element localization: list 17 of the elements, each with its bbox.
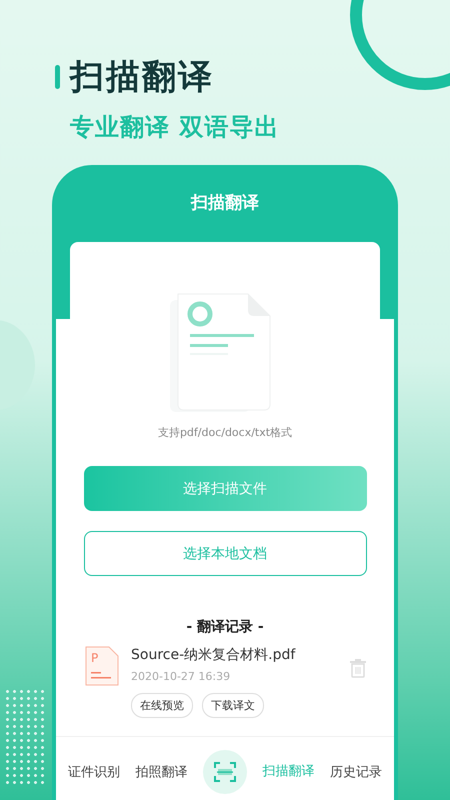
nav-tab[interactable]: 证件识别 [68,757,120,787]
format-hint: 支持pdf/doc/docx/txt格式 [158,425,292,440]
section-title: - 翻译记录 - [186,618,264,636]
subheadline: 专业翻译 双语导出 [70,112,280,143]
file-time: 2020-10-27 16:39 [131,670,232,683]
pdf-file-icon: P [85,646,119,686]
file-name: Source-纳米复合材料.pdf [131,646,296,664]
action-chip[interactable]: 下载译文 [202,693,264,718]
scan-tab[interactable] [202,750,247,794]
trash-icon[interactable] [349,658,367,678]
scan-icon [214,762,236,782]
screen-title: 扫描翻译 [190,192,260,215]
accent-bar [55,65,60,89]
headline: 扫描翻译 [70,56,214,99]
nav-tab[interactable]: 历史记录 [330,757,382,787]
nav-tab[interactable]: 拍照翻译 [135,757,188,787]
action-chip[interactable]: 在线预览 [131,693,193,718]
